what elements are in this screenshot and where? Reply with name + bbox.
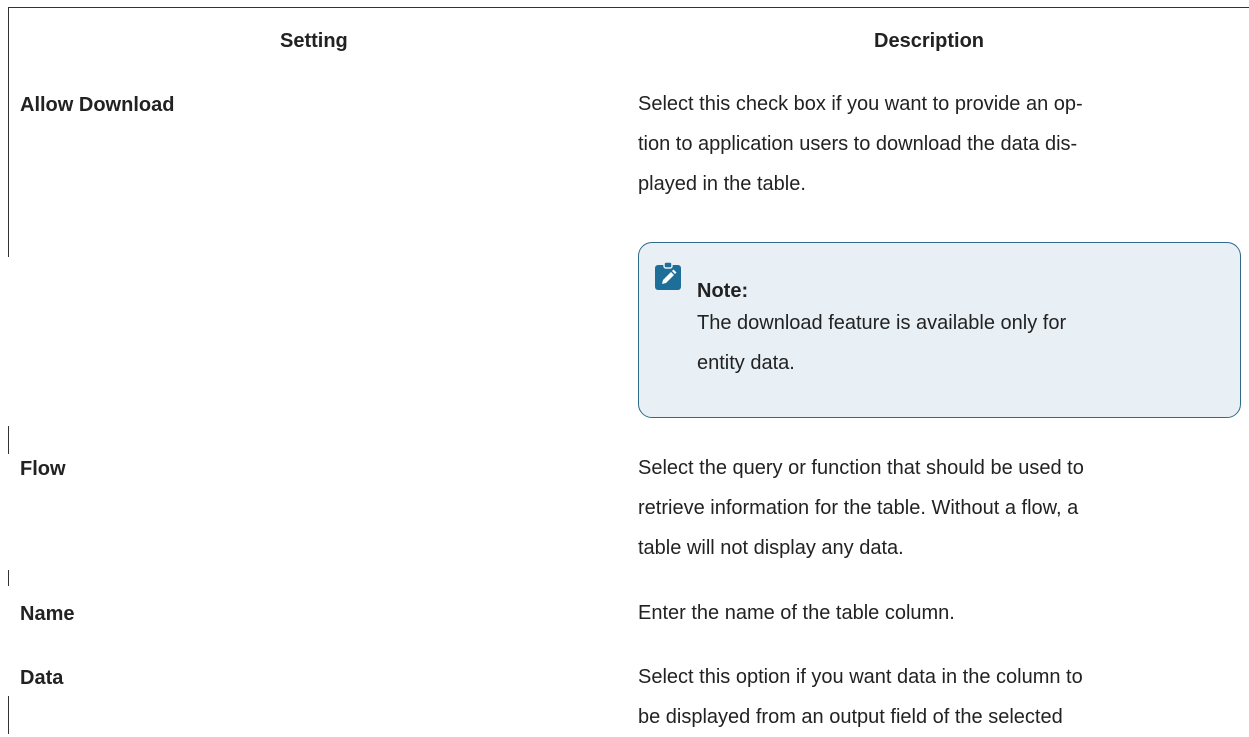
note-body-line: The download feature is available only f… — [697, 312, 1067, 334]
description-line: tion to application users to download th… — [638, 133, 1078, 155]
table-top-border — [8, 7, 1249, 8]
column-header-description: Description — [874, 30, 985, 52]
setting-name: Allow Download — [20, 94, 175, 116]
description-line: Enter the name of the table column. — [638, 602, 955, 624]
setting-name: Flow — [20, 458, 66, 480]
settings-table: Setting Description Allow Download Selec… — [0, 0, 1249, 734]
description-line: Select this check box if you want to pro… — [638, 93, 1083, 115]
table-left-border — [8, 7, 9, 257]
setting-name: Data — [20, 667, 64, 689]
table-left-border — [8, 426, 9, 454]
note-title: Note: — [697, 280, 749, 302]
description-line: played in the table. — [638, 173, 806, 195]
setting-name: Name — [20, 603, 75, 625]
note-body-line: entity data. — [697, 352, 795, 374]
note-callout: Note: The download feature is available … — [638, 242, 1241, 418]
setting-description: Select this check box if you want to pro… — [638, 84, 1244, 204]
setting-description: Select the query or function that should… — [638, 448, 1244, 568]
description-line: be displayed from an output field of the… — [638, 706, 1063, 728]
description-line: Select this option if you want data in t… — [638, 666, 1083, 688]
table-left-border — [8, 570, 9, 586]
note-body: The download feature is available only f… — [697, 303, 1227, 383]
pencil-note-icon — [655, 261, 681, 290]
table-left-border — [8, 696, 9, 734]
setting-description: Select this option if you want data in t… — [638, 657, 1244, 737]
description-line: retrieve information for the table. With… — [638, 497, 1079, 519]
description-line: table will not display any data. — [638, 537, 904, 559]
description-line: Select the query or function that should… — [638, 457, 1084, 479]
column-header-setting: Setting — [280, 30, 348, 52]
setting-description: Enter the name of the table column. — [638, 593, 1244, 633]
